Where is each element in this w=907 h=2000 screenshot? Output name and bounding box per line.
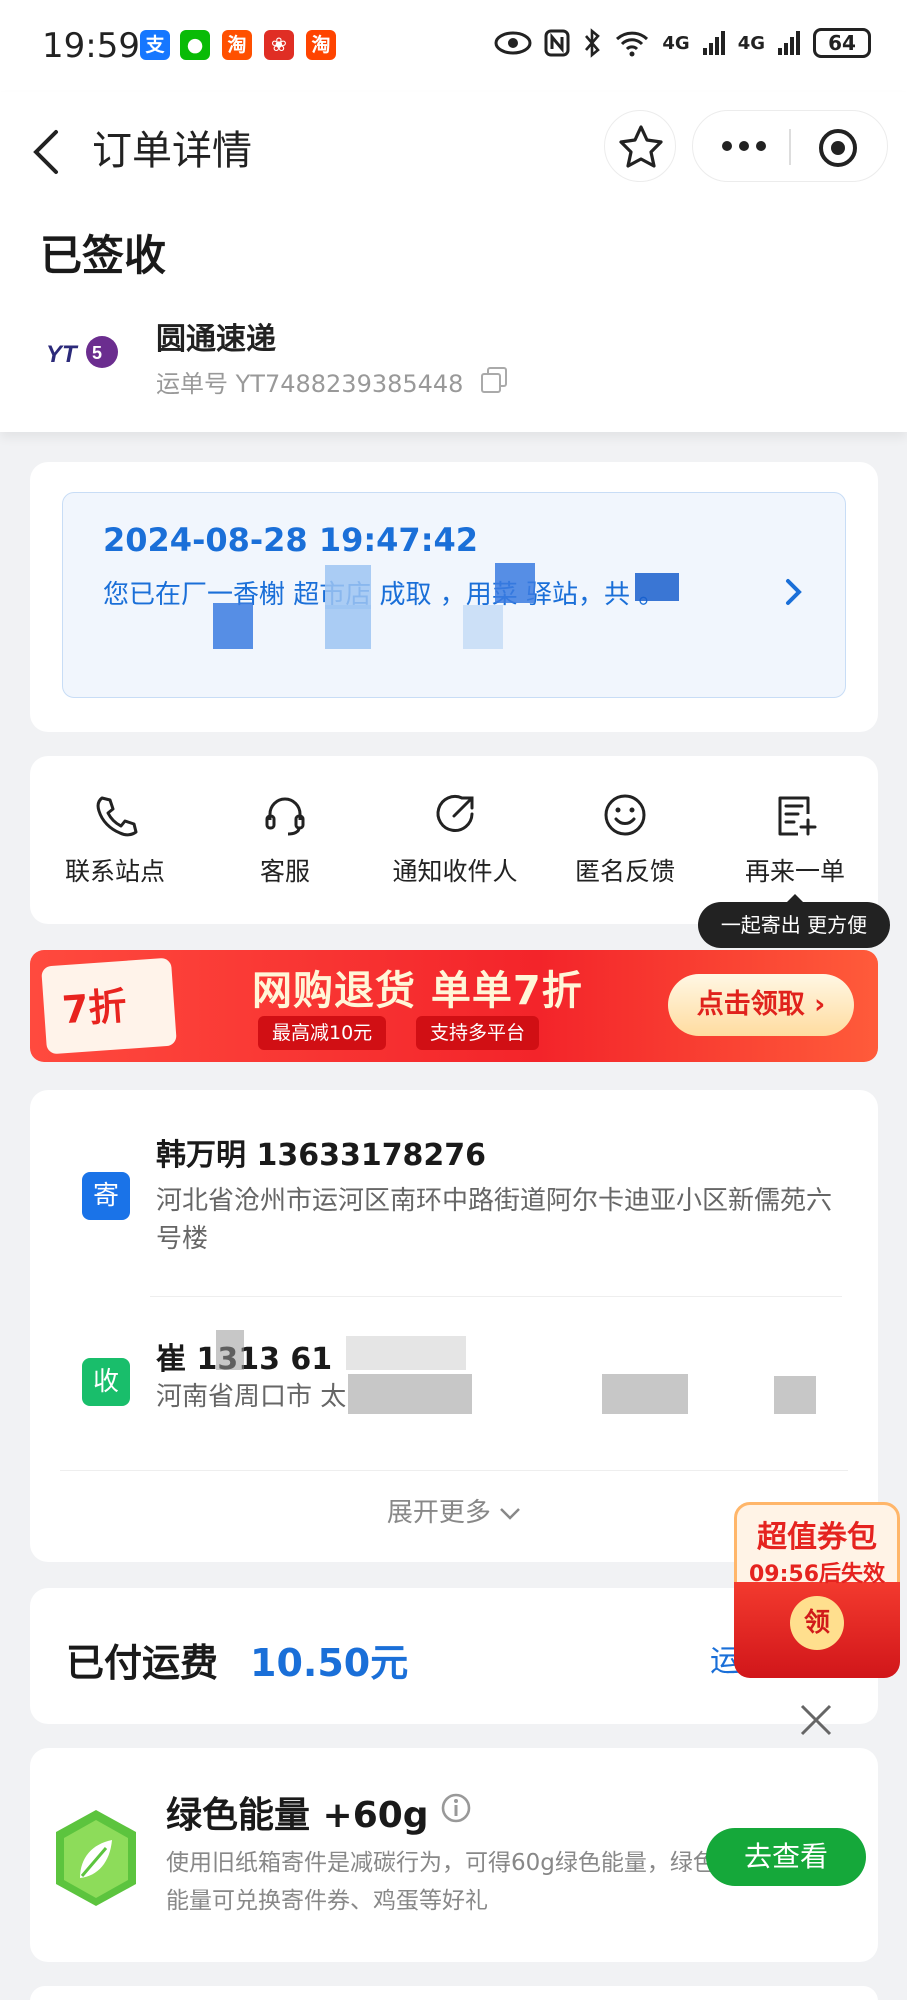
phone-icon <box>96 796 138 837</box>
discount-badge: 7折 <box>41 957 177 1055</box>
reorder-tooltip: 一起寄出 更方便 <box>698 902 890 948</box>
divider <box>150 1296 842 1297</box>
coupon-title: 超值券包 <box>757 1520 877 1555</box>
banner-chip-platforms: 支持多平台 <box>416 1016 540 1050</box>
actions-card: 联系站点 客服 通知收件人 匿名反馈 再来一单 <box>30 756 878 924</box>
signal-icon <box>702 31 725 55</box>
status-bar: 19:59 支 ● 淘 ❀ 淘 4G 4G 64 <box>0 0 907 92</box>
coupon-pack-float[interactable]: 超值券包 领 09:56后失效 <box>734 1502 900 1678</box>
customer-service-button[interactable]: 客服 <box>200 792 370 888</box>
privacy-blur <box>774 1376 816 1414</box>
reorder-button[interactable]: 再来一单 <box>710 792 880 888</box>
eye-icon <box>494 31 532 55</box>
divider <box>60 1470 848 1471</box>
privacy-blur <box>346 1336 466 1370</box>
waybill-number: 运单号 YT7488239385448 <box>156 370 464 398</box>
status-time: 19:59 <box>42 26 140 66</box>
privacy-blur <box>348 1374 472 1414</box>
action-label: 通知收件人 <box>392 857 518 886</box>
pickup-card: 2024-08-28 19:47:42 您已在厂一香榭 超市店 成取 ，用菜 驿… <box>30 462 878 732</box>
receiver-address: 河南省周口市 太 <box>156 1382 347 1412</box>
bluetooth-icon <box>585 28 601 58</box>
signal-icon-2 <box>778 31 800 55</box>
privacy-blur <box>325 605 371 649</box>
energy-title: 绿色能量 +60g <box>166 1795 429 1836</box>
privacy-blur <box>463 605 503 649</box>
svg-text:YT: YT <box>46 341 79 368</box>
green-leaf-icon <box>56 1810 136 1906</box>
energy-description: 使用旧纸箱寄件是减碳行为，可得60g绿色能量，绿色能量可兑换寄件券、鸡蛋等好礼 <box>166 1850 716 1914</box>
star-icon <box>619 125 663 168</box>
nfc-icon <box>544 29 570 57</box>
miniprogram-capsule <box>692 110 888 182</box>
claim-button[interactable]: 点击领取 › <box>668 974 854 1036</box>
copy-icon[interactable] <box>480 366 508 394</box>
info-icon[interactable] <box>440 1792 472 1824</box>
taobao2-app-icon: 淘 <box>306 30 336 60</box>
claim-coupon-button[interactable]: 领 <box>790 1596 844 1650</box>
chevron-down-icon <box>500 1508 521 1520</box>
banner-chip-max-discount: 最高减10元 <box>258 1016 387 1050</box>
favorite-button[interactable] <box>604 110 676 182</box>
taobao-app-icon: 淘 <box>222 30 252 60</box>
chevron-right-icon <box>786 579 802 605</box>
sender-name: 韩万明 13633178276 <box>156 1138 487 1173</box>
privacy-blur <box>213 603 253 649</box>
action-label: 再来一单 <box>744 857 845 886</box>
back-arrow-icon[interactable] <box>26 126 66 178</box>
pinduoduo-app-icon: ❀ <box>264 30 294 60</box>
action-label: 联系站点 <box>64 857 165 886</box>
contact-station-button[interactable]: 联系站点 <box>30 792 200 888</box>
svg-text:5: 5 <box>92 343 102 363</box>
alipay-app-icon: 支 <box>140 30 170 60</box>
pickup-time: 2024-08-28 19:47:42 <box>103 521 479 559</box>
green-energy-card: 绿色能量 +60g 使用旧纸箱寄件是减碳行为，可得60g绿色能量，绿色能量可兑换… <box>30 1748 878 1962</box>
carrier-name: 圆通速递 <box>156 322 276 357</box>
battery-indicator: 64 <box>813 28 871 58</box>
coupon-timer: 09:56后失效 <box>748 1562 886 1587</box>
action-label: 客服 <box>259 857 310 886</box>
privacy-blur <box>216 1330 244 1370</box>
sender-tag: 寄 <box>82 1172 130 1220</box>
status-indicators: 4G 4G 64 <box>494 28 871 58</box>
pickup-notice[interactable]: 2024-08-28 19:47:42 您已在厂一香榭 超市店 成取 ，用菜 驿… <box>62 492 846 698</box>
expand-label: 展开更多 <box>386 1498 491 1528</box>
network-4g-1: 4G <box>662 32 690 54</box>
order-status: 已签收 <box>40 231 167 280</box>
close-miniprogram-icon[interactable] <box>817 127 859 169</box>
network-4g-2: 4G <box>737 32 765 54</box>
next-card-peek <box>30 1986 878 2000</box>
pickup-message: 您已在厂一香榭 超市店 成取 ，用菜 驿站，共 。 <box>103 580 665 610</box>
privacy-blur <box>602 1374 688 1414</box>
banner-title: 网购退货 单单7折 <box>252 968 583 1014</box>
address-card: 寄 韩万明 13633178276 河北省沧州市运河区南环中路街道阿尔卡迪亚小区… <box>30 1090 878 1562</box>
fee-value: 10.50元 <box>250 1641 409 1685</box>
fee-label: 已付运费 <box>66 1641 219 1685</box>
anonymous-feedback-button[interactable]: 匿名反馈 <box>540 792 710 888</box>
wechat-app-icon: ● <box>180 30 210 60</box>
notify-receiver-button[interactable]: 通知收件人 <box>370 792 540 888</box>
smile-icon <box>604 794 646 836</box>
close-icon[interactable] <box>798 1702 834 1738</box>
view-energy-button[interactable]: 去查看 <box>706 1828 866 1886</box>
promo-banner[interactable]: 7折 网购退货 单单7折 最高减10元 支持多平台 点击领取 › <box>30 950 878 1062</box>
reorder-icon <box>778 796 817 836</box>
receiver-tag: 收 <box>82 1358 130 1406</box>
action-label: 匿名反馈 <box>574 857 675 886</box>
page-title: 订单详情 <box>92 128 252 174</box>
red-envelope: 领 <box>734 1582 900 1678</box>
receiver-name: 崔 1313 61 <box>156 1342 333 1377</box>
headset-icon <box>265 797 305 836</box>
sender-address: 河北省沧州市运河区南环中路街道阿尔卡迪亚小区新儒苑六号楼 <box>156 1186 833 1254</box>
privacy-blur <box>325 565 371 609</box>
wifi-icon <box>616 31 649 57</box>
order-header: 订单详情 已签收 YT 5 圆通速递 运单号 YT7488239385448 <box>0 92 907 432</box>
more-dots-icon[interactable] <box>721 139 767 153</box>
yto-logo: YT 5 <box>46 336 118 368</box>
privacy-blur <box>635 573 679 601</box>
capsule-divider <box>789 129 791 165</box>
privacy-blur <box>495 563 535 603</box>
notify-icon <box>436 795 474 832</box>
